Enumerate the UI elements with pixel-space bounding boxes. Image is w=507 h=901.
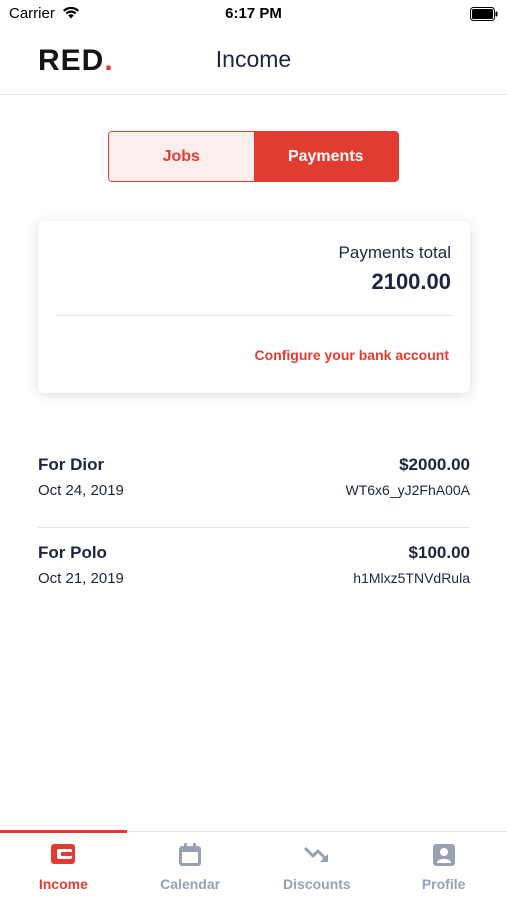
calendar-icon (177, 842, 203, 873)
payment-reference: h1Mlxz5TNVdRula (353, 570, 470, 586)
payment-list: For Dior Oct 24, 2019 $2000.00 WT6x6_yJ2… (38, 440, 470, 615)
page-title: Income (0, 46, 507, 73)
payments-total-value: 2100.00 (371, 269, 451, 294)
configure-bank-account-link[interactable]: Configure your bank account (255, 347, 449, 363)
tab-discounts[interactable]: Discounts (254, 832, 381, 901)
tab-payments[interactable]: Payments (253, 132, 398, 181)
tab-label: Discounts (283, 876, 351, 892)
tab-profile[interactable]: Profile (380, 832, 507, 901)
payment-name: For Dior (38, 455, 105, 474)
tab-bar: Income Calendar Discounts Profile (0, 830, 507, 901)
tab-jobs[interactable]: Jobs (109, 132, 254, 181)
payment-date: Oct 24, 2019 (38, 482, 124, 499)
active-tab-indicator (0, 830, 127, 833)
nav-bar: RED. Income (0, 30, 507, 95)
payment-name: For Polo (38, 543, 107, 562)
payments-total-label: Payments total (338, 243, 451, 262)
tab-label: Income (38, 876, 88, 892)
battery-icon (470, 7, 498, 26)
page-title-text: Income (215, 46, 292, 72)
tab-label: Profile (421, 876, 466, 892)
status-bar: Carrier 6:17 PM (0, 0, 507, 30)
wallet-icon (50, 842, 76, 871)
payment-amount: $100.00 (408, 543, 470, 562)
segmented-control: Jobs Payments (108, 131, 399, 182)
card-divider (56, 315, 452, 316)
payment-date: Oct 21, 2019 (38, 570, 124, 587)
payment-amount: $2000.00 (399, 455, 470, 474)
tab-label: Calendar (160, 876, 221, 892)
clock-time: 6:17 PM (225, 5, 282, 22)
payment-row[interactable]: For Polo Oct 21, 2019 $100.00 h1Mlxz5TNV… (38, 528, 470, 615)
profile-icon (431, 842, 457, 873)
payment-row[interactable]: For Dior Oct 24, 2019 $2000.00 WT6x6_yJ2… (38, 440, 470, 528)
tab-calendar[interactable]: Calendar (127, 832, 254, 901)
trend-down-icon (303, 842, 331, 873)
payments-summary-card: Payments total 2100.00 Configure your ba… (38, 221, 470, 393)
tab-income[interactable]: Income (0, 830, 127, 901)
payment-reference: WT6x6_yJ2FhA00A (345, 482, 471, 498)
